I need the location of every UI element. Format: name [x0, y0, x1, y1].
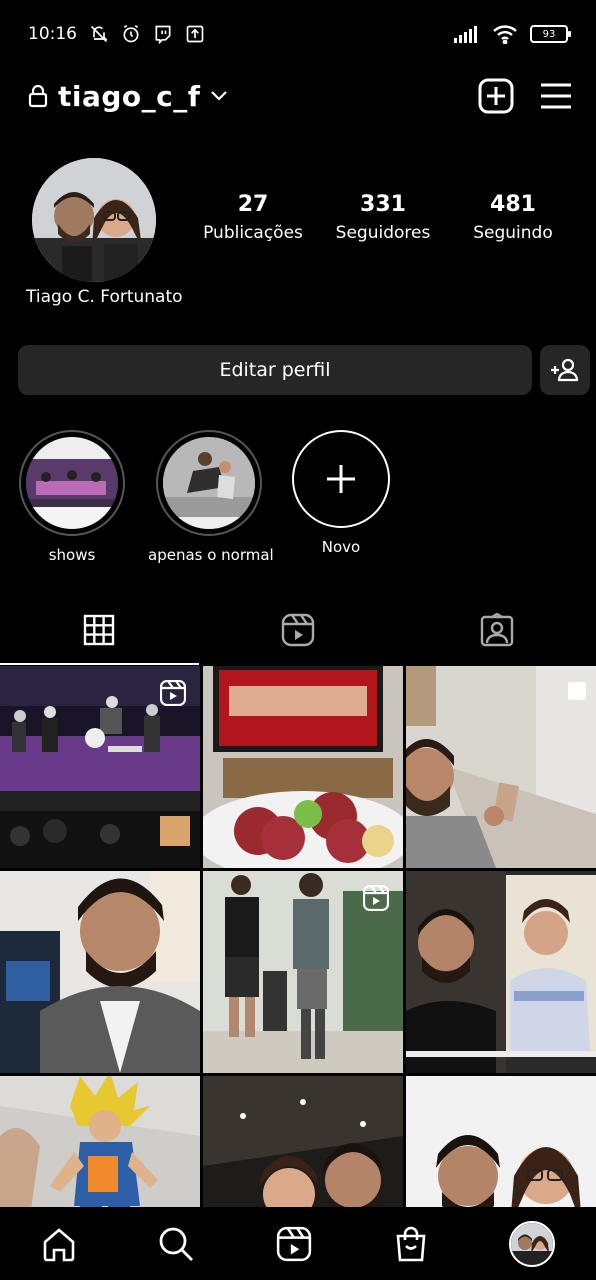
battery-level: 93 [542, 28, 556, 40]
post-thumbnail[interactable] [0, 871, 200, 1073]
signal-icon [454, 26, 477, 43]
plus-icon [327, 465, 355, 493]
twitch-icon [155, 25, 171, 44]
multiple-photos-icon [568, 682, 586, 700]
reel-icon [160, 680, 186, 706]
post-photo [203, 666, 403, 868]
nav-profile-avatar[interactable] [509, 1220, 556, 1267]
home-icon [43, 1227, 75, 1261]
post-thumbnail[interactable] [0, 666, 200, 868]
post-thumbnail[interactable] [406, 666, 596, 868]
new-highlight-ring [292, 430, 390, 528]
highlight-cover [26, 437, 118, 529]
highlight-shows[interactable]: shows [18, 430, 126, 564]
nav-home[interactable] [41, 1226, 77, 1262]
mute-icon [90, 25, 108, 43]
shop-icon [396, 1226, 425, 1261]
highlight-ring [156, 430, 262, 536]
highlight-apenas-o-normal[interactable]: apenas o normal [148, 430, 274, 564]
profile-header: tiago_c_f [0, 68, 596, 124]
battery-icon: 93 [530, 25, 571, 43]
stat-posts[interactable]: 27 Publicações [188, 192, 318, 243]
menu-icon [541, 83, 571, 109]
highlight-ring [19, 430, 125, 536]
wifi-icon [493, 25, 517, 44]
nav-shop[interactable] [394, 1226, 428, 1262]
bottom-navigation [0, 1207, 596, 1280]
post-photo [0, 871, 200, 1073]
new-post-button[interactable] [478, 78, 514, 114]
edit-profile-button[interactable]: Editar perfil [18, 345, 532, 395]
tab-reels[interactable] [199, 595, 398, 665]
highlight-label: shows [48, 546, 96, 564]
profile-avatar-icon [511, 1222, 554, 1265]
chevron-down-icon [211, 91, 228, 101]
stat-label: Seguidores [335, 223, 431, 243]
highlight-cover [163, 437, 255, 529]
highlight-new[interactable]: Novo [290, 430, 392, 556]
stat-followers[interactable]: 331 Seguidores [318, 192, 448, 243]
header-actions [478, 78, 572, 114]
status-left: 10:16 [28, 24, 205, 44]
reels-icon [281, 613, 315, 647]
post-thumbnail[interactable] [203, 666, 403, 868]
display-name: Tiago C. Fortunato [26, 287, 183, 307]
stat-label: Seguindo [473, 223, 553, 243]
clock: 10:16 [28, 24, 77, 44]
stat-following[interactable]: 481 Seguindo [448, 192, 578, 243]
stat-label: Publicações [203, 223, 303, 243]
post-thumbnail[interactable] [203, 871, 403, 1073]
profile-photo [32, 158, 156, 282]
username: tiago_c_f [58, 79, 201, 113]
post-thumbnail[interactable] [406, 871, 596, 1073]
profile-tabs [0, 595, 596, 665]
add-person-icon [551, 358, 579, 382]
discover-people-button[interactable] [540, 345, 590, 395]
alarm-icon [123, 24, 139, 43]
stat-value: 27 [237, 192, 269, 217]
reel-icon [363, 885, 389, 911]
status-right: 93 [454, 24, 571, 44]
account-switcher[interactable]: tiago_c_f [28, 80, 228, 113]
new-post-icon [478, 78, 514, 114]
posts-grid [0, 666, 596, 1278]
highlight-label: Novo [321, 538, 361, 556]
menu-button[interactable] [540, 82, 572, 110]
lock-icon [28, 84, 48, 108]
stat-value: 331 [360, 192, 406, 217]
tab-tagged[interactable] [397, 595, 596, 665]
tagged-icon [480, 613, 513, 647]
highlight-label: apenas o normal [148, 546, 274, 564]
tab-grid[interactable] [0, 595, 199, 665]
status-bar: 10:16 93 [0, 0, 596, 68]
grid-icon [84, 614, 115, 646]
nav-search[interactable] [158, 1226, 194, 1262]
upload-icon [186, 25, 204, 43]
reels-icon [276, 1226, 312, 1261]
nav-reels[interactable] [276, 1226, 312, 1262]
post-photo [406, 871, 596, 1073]
search-icon [159, 1227, 194, 1261]
stat-value: 481 [490, 192, 536, 217]
profile-avatar[interactable] [32, 158, 156, 282]
profile-stats: 27 Publicações 331 Seguidores 481 Seguin… [188, 192, 578, 243]
